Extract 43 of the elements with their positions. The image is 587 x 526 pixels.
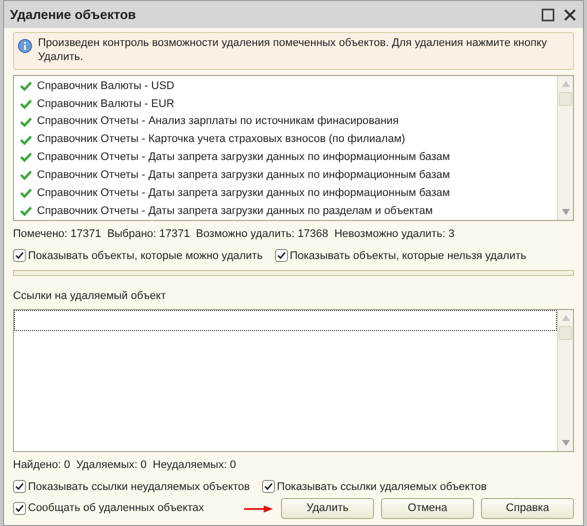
- checkmark-icon: [20, 98, 32, 109]
- checkbox[interactable]: [13, 249, 26, 262]
- dialog-button[interactable]: Отмена: [381, 498, 474, 519]
- checkbox-label: Показывать объекты, которые нельзя удалить: [290, 248, 526, 264]
- window-title: Удаление объектов: [10, 6, 137, 24]
- checkbox-label: Показывать ссылки удаляемых объектов: [276, 480, 487, 494]
- section-label: Ссылки на удаляемый объект: [13, 289, 167, 304]
- checkbox-label: Показывать ссылки неудаляемых объектов: [28, 480, 250, 494]
- checkmark-icon: [20, 134, 32, 145]
- list-item[interactable]: Справочник Валюты - EUR: [14, 94, 557, 113]
- scrollbar[interactable]: [557, 76, 573, 220]
- dialog-button[interactable]: Удалить: [281, 498, 374, 519]
- list-item[interactable]: Справочник Отчеты - Даты запрета загрузки данных по информационным базам: [14, 148, 557, 166]
- info-icon: [18, 39, 32, 53]
- list-item[interactable]: Справочник Отчеты - Анализ зарплаты по источникам финасирования: [14, 112, 557, 131]
- references-summary: Найдено: 0 Удаляемых: 0 Неудаляемых: 0: [13, 458, 238, 473]
- scrollbar[interactable]: [557, 310, 573, 451]
- scroll-thumb[interactable]: [559, 326, 572, 340]
- close-icon[interactable]: [563, 8, 577, 22]
- checkmark-icon: [20, 188, 32, 198]
- checkmark-icon: [20, 152, 32, 162]
- list-item[interactable]: Справочник Валюты - USD: [14, 77, 557, 95]
- maximize-icon[interactable]: [541, 8, 555, 22]
- checkmark-icon: [20, 116, 32, 127]
- checkbox-label: Сообщать об удаленных объектах: [28, 501, 204, 516]
- focused-row[interactable]: [14, 310, 557, 330]
- info-message: Произведен контроль возможности удаления помеченных объектов. Для удаления нажмите кнопку Удалить.: [38, 36, 548, 64]
- list-item[interactable]: Справочник Отчеты - Даты запрета загрузки данных по разделам и объектам: [14, 202, 557, 220]
- checkmark-icon: [20, 206, 32, 216]
- checkbox-label: Показывать объекты, которые можно удалить: [28, 248, 263, 264]
- checkbox[interactable]: [262, 480, 275, 494]
- list-item[interactable]: Справочник Отчеты - Даты запрета загрузки данных по информационным базам: [14, 166, 557, 184]
- dialog-button[interactable]: Справка: [481, 498, 574, 519]
- list-item[interactable]: Справочник Отчеты - Даты запрета загрузки данных по информационным базам: [14, 184, 557, 202]
- checkbox[interactable]: [274, 249, 288, 262]
- checkmark-icon: [20, 170, 32, 180]
- list-item[interactable]: Справочник Отчеты - Карточка учета страховых взносов (по филиалам): [14, 130, 557, 148]
- objects-summary: Помечено: 17371 Выбрано: 17371 Возможно удалить: 17368 Невозможно удалить: 3: [13, 227, 456, 242]
- checkbox[interactable]: [13, 480, 26, 494]
- scroll-thumb[interactable]: [559, 92, 572, 106]
- checkbox[interactable]: [13, 502, 26, 515]
- arrow-icon: [244, 502, 273, 514]
- checkmark-icon: [20, 80, 32, 91]
